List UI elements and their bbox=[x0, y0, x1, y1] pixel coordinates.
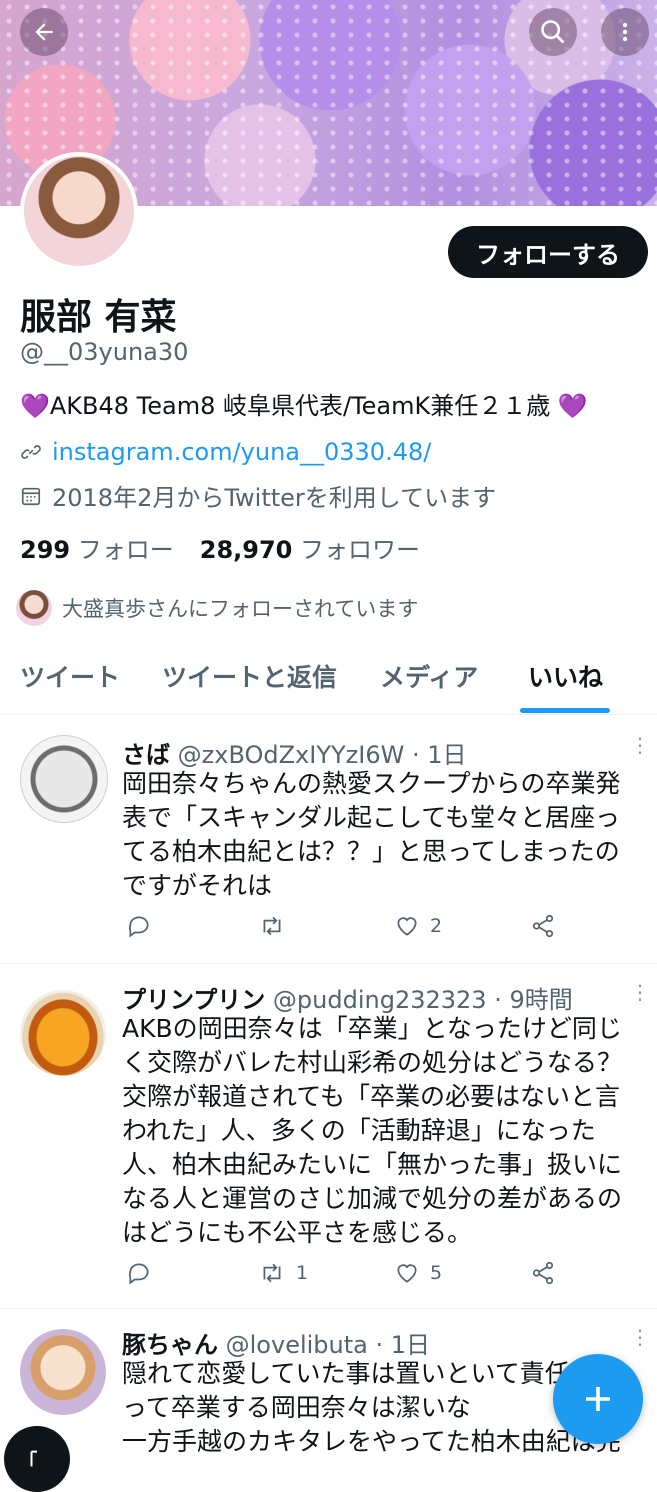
tweet-line: 表で「スキャンダル起こしても堂々と居座っ bbox=[122, 803, 621, 832]
tweet-line: 人、柏木由紀みたいに「無かった事」扱いに bbox=[122, 1150, 623, 1179]
share-icon bbox=[532, 1261, 554, 1285]
search-icon bbox=[541, 20, 565, 44]
reply-button[interactable] bbox=[126, 913, 152, 939]
tweet-header: 豚ちゃん @lovelibuta · 1日 bbox=[122, 1325, 430, 1360]
reply-icon bbox=[128, 1263, 149, 1285]
retweet-icon bbox=[263, 1263, 281, 1283]
tweet-avatar[interactable] bbox=[20, 1329, 106, 1415]
tweet-actions: 1 5 bbox=[122, 1260, 582, 1294]
like-button[interactable]: 5 bbox=[394, 1260, 442, 1286]
compose-tweet-button[interactable] bbox=[553, 1354, 643, 1444]
tweet-author-handle: @lovelibuta · 1日 bbox=[225, 1331, 431, 1359]
tweet-line: はどうにも不公平さを感じる。 bbox=[122, 1218, 473, 1247]
heart-icon bbox=[397, 1264, 417, 1283]
tweet-line: われた」人、多くの「活動辞退」になった bbox=[122, 1116, 596, 1145]
tweet-line: 交際が報道されても「卒業の必要はないと言 bbox=[122, 1082, 621, 1111]
like-count: 5 bbox=[430, 1262, 443, 1284]
tweet-more-icon[interactable]: ⋮ bbox=[630, 980, 650, 1004]
profile-name: 服部 有菜 bbox=[20, 297, 177, 338]
tweet-more-icon[interactable]: ⋮ bbox=[630, 733, 650, 757]
share-button[interactable] bbox=[530, 913, 556, 939]
calendar-icon bbox=[21, 487, 41, 505]
tweet-line: く交際がバレた村山彩希の処分はどうなる？ bbox=[122, 1048, 623, 1077]
tab-likes[interactable]: いいね bbox=[528, 658, 603, 694]
profile-counts: 299 フォロー 28,970 フォロワー bbox=[20, 530, 420, 565]
following-link[interactable]: 299 フォロー bbox=[20, 530, 174, 565]
reply-icon bbox=[128, 916, 149, 938]
tweet-line: 一方手越のカキタレをやってた柏木由紀は完 bbox=[122, 1427, 621, 1456]
following-count: 299 bbox=[20, 536, 71, 564]
follow-button[interactable]: フォローする bbox=[448, 226, 648, 278]
following-label: フォロー bbox=[77, 536, 174, 564]
tweet-avatar[interactable] bbox=[20, 990, 106, 1076]
tweet-text: 岡田奈々ちゃんの熱愛スクープからの卒業発 表で「スキャンダル起こしても堂々と居座… bbox=[122, 767, 642, 903]
tab-media[interactable]: メディア bbox=[380, 658, 478, 694]
floating-action-button[interactable] bbox=[4, 1426, 70, 1492]
tweet-author-handle: @zxBOdZxIYYzI6W · 1日 bbox=[177, 741, 467, 769]
followed-by-text: 大盛真歩さんにフォローされています bbox=[62, 597, 419, 621]
compose-icon bbox=[30, 1450, 37, 1467]
tweet-actions: 2 bbox=[122, 913, 582, 947]
followed-by-row[interactable]: 大盛真歩さんにフォローされています bbox=[16, 590, 418, 626]
tweet-card[interactable]: プリンプリン @pudding232323 · 9時間 ⋮ AKBの岡田奈々は「… bbox=[0, 964, 657, 1309]
profile-link-row[interactable]: instagram.com/yuna__0330.48/ bbox=[20, 438, 431, 466]
retweet-icon bbox=[263, 916, 281, 936]
profile-link[interactable]: instagram.com/yuna__0330.48/ bbox=[52, 438, 431, 466]
profile-handle: @__03yuna30 bbox=[20, 338, 189, 366]
profile-avatar[interactable] bbox=[20, 152, 138, 270]
more-vertical-icon bbox=[622, 22, 628, 42]
tweet-line: 岡田奈々ちゃんの熱愛スクープからの卒業発 bbox=[122, 769, 621, 798]
tweet-line: ですがそれは bbox=[122, 871, 273, 900]
tweet-line: AKBの岡田奈々は「卒業」となったけど同じ bbox=[122, 1014, 622, 1043]
tweet-author-name[interactable]: さば bbox=[122, 741, 170, 769]
profile-joined-row: 2018年2月からTwitterを利用しています bbox=[20, 478, 496, 513]
share-icon bbox=[532, 914, 554, 938]
retweet-button[interactable] bbox=[258, 913, 286, 939]
tweet-card[interactable]: さば @zxBOdZxIYYzI6W · 1日 ⋮ 岡田奈々ちゃんの熱愛スクープ… bbox=[0, 715, 657, 964]
profile-joined: 2018年2月からTwitterを利用しています bbox=[52, 484, 497, 512]
tab-tweets[interactable]: ツイート bbox=[20, 658, 120, 694]
share-button[interactable] bbox=[530, 1260, 556, 1286]
heart-icon bbox=[397, 917, 417, 936]
retweet-count: 1 bbox=[296, 1262, 309, 1284]
profile-tabs: ツイート ツイートと返信 メディア いいね bbox=[0, 650, 657, 715]
followers-count: 28,970 bbox=[199, 536, 293, 564]
tweet-header: さば @zxBOdZxIYYzI6W · 1日 bbox=[122, 735, 466, 770]
tweet-author-handle: @pudding232323 · 9時間 bbox=[272, 986, 573, 1014]
followers-label: フォロワー bbox=[300, 536, 421, 564]
back-arrow-icon bbox=[35, 23, 53, 41]
follower-avatar bbox=[16, 590, 52, 626]
followers-link[interactable]: 28,970 フォロワー bbox=[200, 530, 420, 565]
tweet-header: プリンプリン @pudding232323 · 9時間 bbox=[122, 980, 573, 1015]
link-icon bbox=[21, 445, 41, 459]
reply-button[interactable] bbox=[126, 1260, 152, 1286]
like-count: 2 bbox=[430, 915, 443, 937]
tab-tweets-replies[interactable]: ツイートと返信 bbox=[162, 658, 337, 694]
tweet-avatar[interactable] bbox=[20, 735, 108, 823]
tweet-author-name[interactable]: プリンプリン bbox=[122, 986, 265, 1014]
tweet-more-icon[interactable]: ⋮ bbox=[630, 1325, 650, 1349]
tweet-text: AKBの岡田奈々は「卒業」となったけど同じ く交際がバレた村山彩希の処分はどうな… bbox=[122, 1012, 642, 1250]
tweet-line: てる柏木由紀とは？？」と思ってしまったの bbox=[122, 837, 620, 866]
search-button[interactable] bbox=[529, 8, 577, 56]
tab-active-indicator bbox=[520, 708, 610, 713]
profile-bio: 💜AKB48 Team8 岐阜県代表/TeamK兼任２１歳 💜 bbox=[20, 392, 588, 420]
tweet-line: なる人と運営のさじ加減で処分の差があるの bbox=[122, 1184, 623, 1213]
like-button[interactable]: 2 bbox=[394, 913, 442, 939]
back-button[interactable] bbox=[20, 8, 68, 56]
plus-icon bbox=[586, 1387, 610, 1411]
more-button[interactable] bbox=[601, 8, 649, 56]
tweet-author-name[interactable]: 豚ちゃん bbox=[122, 1331, 218, 1359]
retweet-button[interactable]: 1 bbox=[258, 1260, 308, 1286]
